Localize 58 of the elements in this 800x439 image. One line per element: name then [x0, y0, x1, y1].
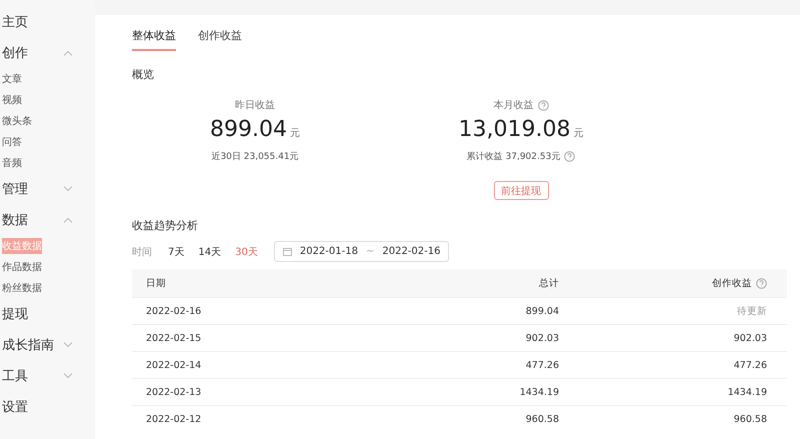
nav-subitem[interactable]: 粉丝数据 — [2, 280, 42, 296]
filter-label: 时间 — [132, 246, 152, 258]
nav-subitem[interactable]: 问答 — [2, 134, 22, 150]
nav-item[interactable]: 数据 — [2, 210, 28, 228]
chevron-icon[interactable] — [63, 216, 73, 222]
tab[interactable]: 创作收益 — [198, 28, 242, 51]
table-cell: 2022-02-14 — [132, 352, 376, 378]
section-title: 概览 — [132, 67, 155, 82]
table-cell: 2022-02-15 — [132, 324, 376, 352]
table-cell: 902.03 — [573, 324, 787, 352]
table-cell: 待更新 — [573, 298, 787, 324]
nav-item[interactable]: 成长指南 — [2, 336, 54, 354]
chevron-icon[interactable] — [63, 186, 73, 192]
help-icon[interactable] — [756, 278, 767, 288]
stat-subtext: 累计收益 37,902.53元 — [466, 150, 560, 163]
nav-item[interactable]: 工具 — [2, 366, 28, 384]
table-cell: 2022-02-13 — [132, 378, 376, 406]
range-option[interactable]: 14天 — [198, 244, 222, 258]
range-option[interactable]: 7天 — [168, 244, 184, 258]
tab[interactable]: 整体收益 — [132, 28, 176, 51]
help-icon[interactable] — [538, 100, 548, 110]
stat-value: 13,019.08 — [458, 117, 570, 142]
date-range-field[interactable]: 2022-01-18 ~ 2022-02-16 — [274, 241, 450, 262]
table-cell: 477.26 — [376, 352, 573, 378]
column-header: 创作收益 — [712, 276, 752, 290]
calendar-icon — [282, 247, 292, 256]
stat-label: 昨日收益 — [235, 99, 275, 112]
table-cell: 899.04 — [376, 298, 573, 324]
table-cell: 960.58 — [376, 406, 573, 432]
nav-subitem[interactable]: 微头条 — [2, 112, 32, 128]
chevron-icon[interactable] — [63, 342, 73, 348]
nav-subitem[interactable]: 视频 — [2, 92, 22, 108]
column-header: 总计 — [539, 276, 559, 290]
chevron-icon[interactable] — [63, 50, 73, 56]
section-title: 收益趋势分析 — [132, 218, 199, 233]
table-cell: 2022-02-12 — [132, 406, 376, 432]
nav-subitem[interactable]: 作品数据 — [2, 258, 42, 274]
unit-label: 元 — [573, 127, 584, 140]
table-cell: 477.26 — [573, 352, 787, 378]
stat-subtext: 近30日 23,055.41元 — [211, 150, 299, 163]
chevron-icon[interactable] — [63, 372, 73, 378]
table-cell: 1434.19 — [376, 378, 573, 406]
table-cell: 2022-02-16 — [132, 298, 376, 324]
nav-subitem[interactable]: 文章 — [2, 70, 22, 86]
stat-label: 本月收益 — [494, 98, 534, 112]
nav-subitem[interactable]: 音频 — [2, 154, 22, 170]
help-icon[interactable] — [564, 151, 576, 162]
nav-item[interactable]: 管理 — [2, 180, 28, 198]
table-cell: 902.03 — [376, 324, 573, 352]
column-header: 日期 — [146, 276, 166, 290]
nav-item[interactable]: 主页 — [2, 12, 28, 30]
stat-value: 899.04 — [210, 117, 287, 142]
table-cell: 1434.19 — [573, 378, 787, 406]
nav-item[interactable]: 设置 — [2, 398, 28, 416]
unit-label: 元 — [290, 127, 300, 140]
nav-item[interactable]: 提现 — [2, 304, 28, 322]
nav-item[interactable]: 创作 — [2, 44, 28, 62]
table-cell: 960.58 — [573, 406, 787, 432]
